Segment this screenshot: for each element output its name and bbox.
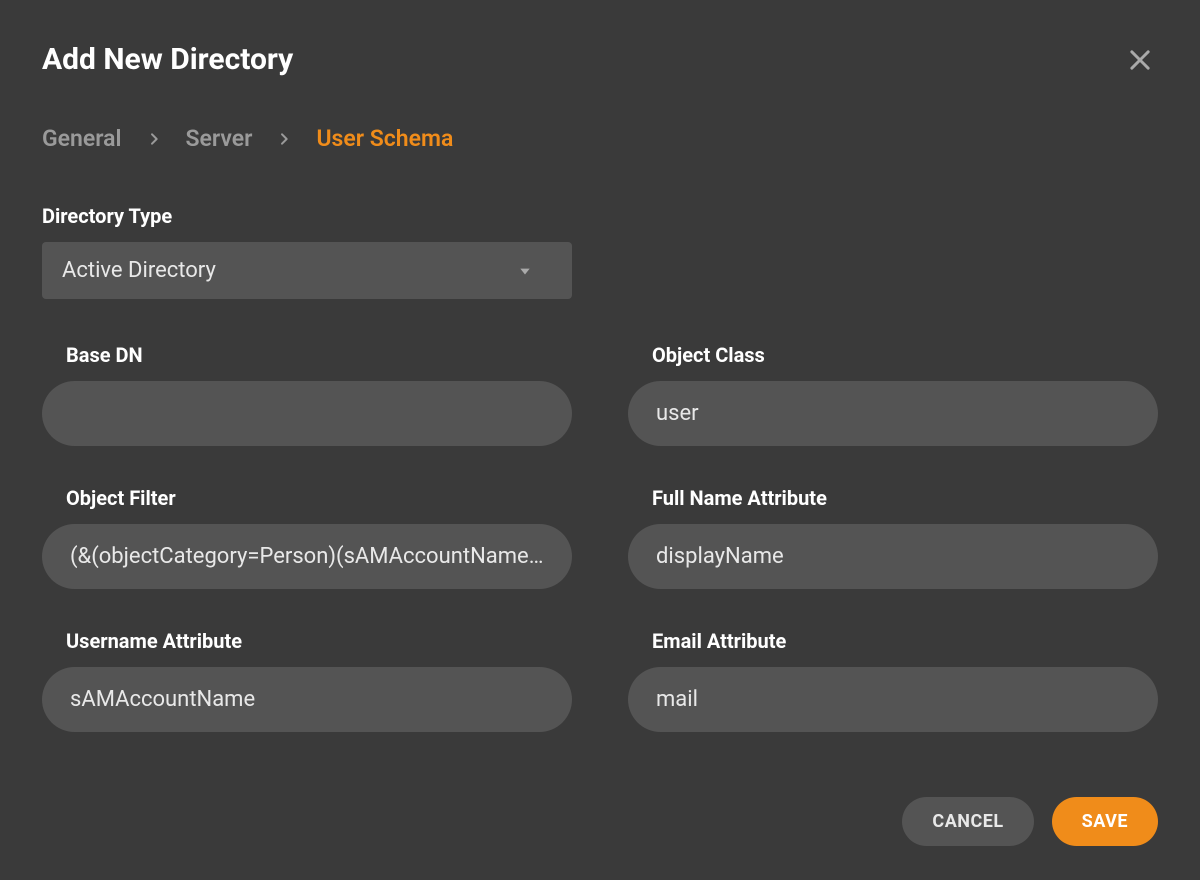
- form-section: Directory Type Active Directory Base DN: [42, 204, 1158, 732]
- breadcrumb: General Server User Schema: [42, 125, 1158, 152]
- object-class-input[interactable]: [628, 381, 1158, 446]
- full-name-attribute-input[interactable]: [628, 524, 1158, 589]
- directory-type-field: Directory Type Active Directory: [42, 204, 1158, 299]
- dialog-footer: CANCEL SAVE: [902, 797, 1158, 846]
- cancel-button[interactable]: CANCEL: [902, 797, 1033, 846]
- directory-type-label: Directory Type: [42, 204, 1158, 228]
- dialog-header: Add New Directory: [42, 42, 1158, 81]
- base-dn-field: Base DN: [42, 343, 572, 446]
- chevron-right-icon: [146, 131, 162, 147]
- username-attribute-input[interactable]: [42, 667, 572, 732]
- base-dn-input[interactable]: [42, 381, 572, 446]
- object-class-field: Object Class: [628, 343, 1158, 446]
- close-button[interactable]: [1122, 42, 1158, 81]
- breadcrumb-item-server[interactable]: Server: [186, 125, 253, 152]
- breadcrumb-item-general[interactable]: General: [42, 125, 122, 152]
- object-filter-field: Object Filter: [42, 486, 572, 589]
- object-class-label: Object Class: [628, 343, 1158, 367]
- email-attribute-input[interactable]: [628, 667, 1158, 732]
- directory-type-select-wrapper: Active Directory: [42, 242, 572, 299]
- close-icon: [1126, 46, 1154, 77]
- full-name-attribute-label: Full Name Attribute: [628, 486, 1158, 510]
- base-dn-label: Base DN: [42, 343, 572, 367]
- save-button[interactable]: SAVE: [1052, 797, 1158, 846]
- object-filter-input[interactable]: [42, 524, 572, 589]
- breadcrumb-item-user-schema[interactable]: User Schema: [316, 125, 453, 152]
- object-filter-label: Object Filter: [42, 486, 572, 510]
- email-attribute-label: Email Attribute: [628, 629, 1158, 653]
- directory-type-select[interactable]: Active Directory: [42, 242, 572, 299]
- add-directory-dialog: Add New Directory General Server User Sc…: [0, 0, 1200, 880]
- email-attribute-field: Email Attribute: [628, 629, 1158, 732]
- full-name-attribute-field: Full Name Attribute: [628, 486, 1158, 589]
- username-attribute-field: Username Attribute: [42, 629, 572, 732]
- form-grid: Base DN Object Class Object Filter Full …: [42, 343, 1158, 732]
- username-attribute-label: Username Attribute: [42, 629, 572, 653]
- chevron-right-icon: [276, 131, 292, 147]
- dialog-title: Add New Directory: [42, 42, 293, 77]
